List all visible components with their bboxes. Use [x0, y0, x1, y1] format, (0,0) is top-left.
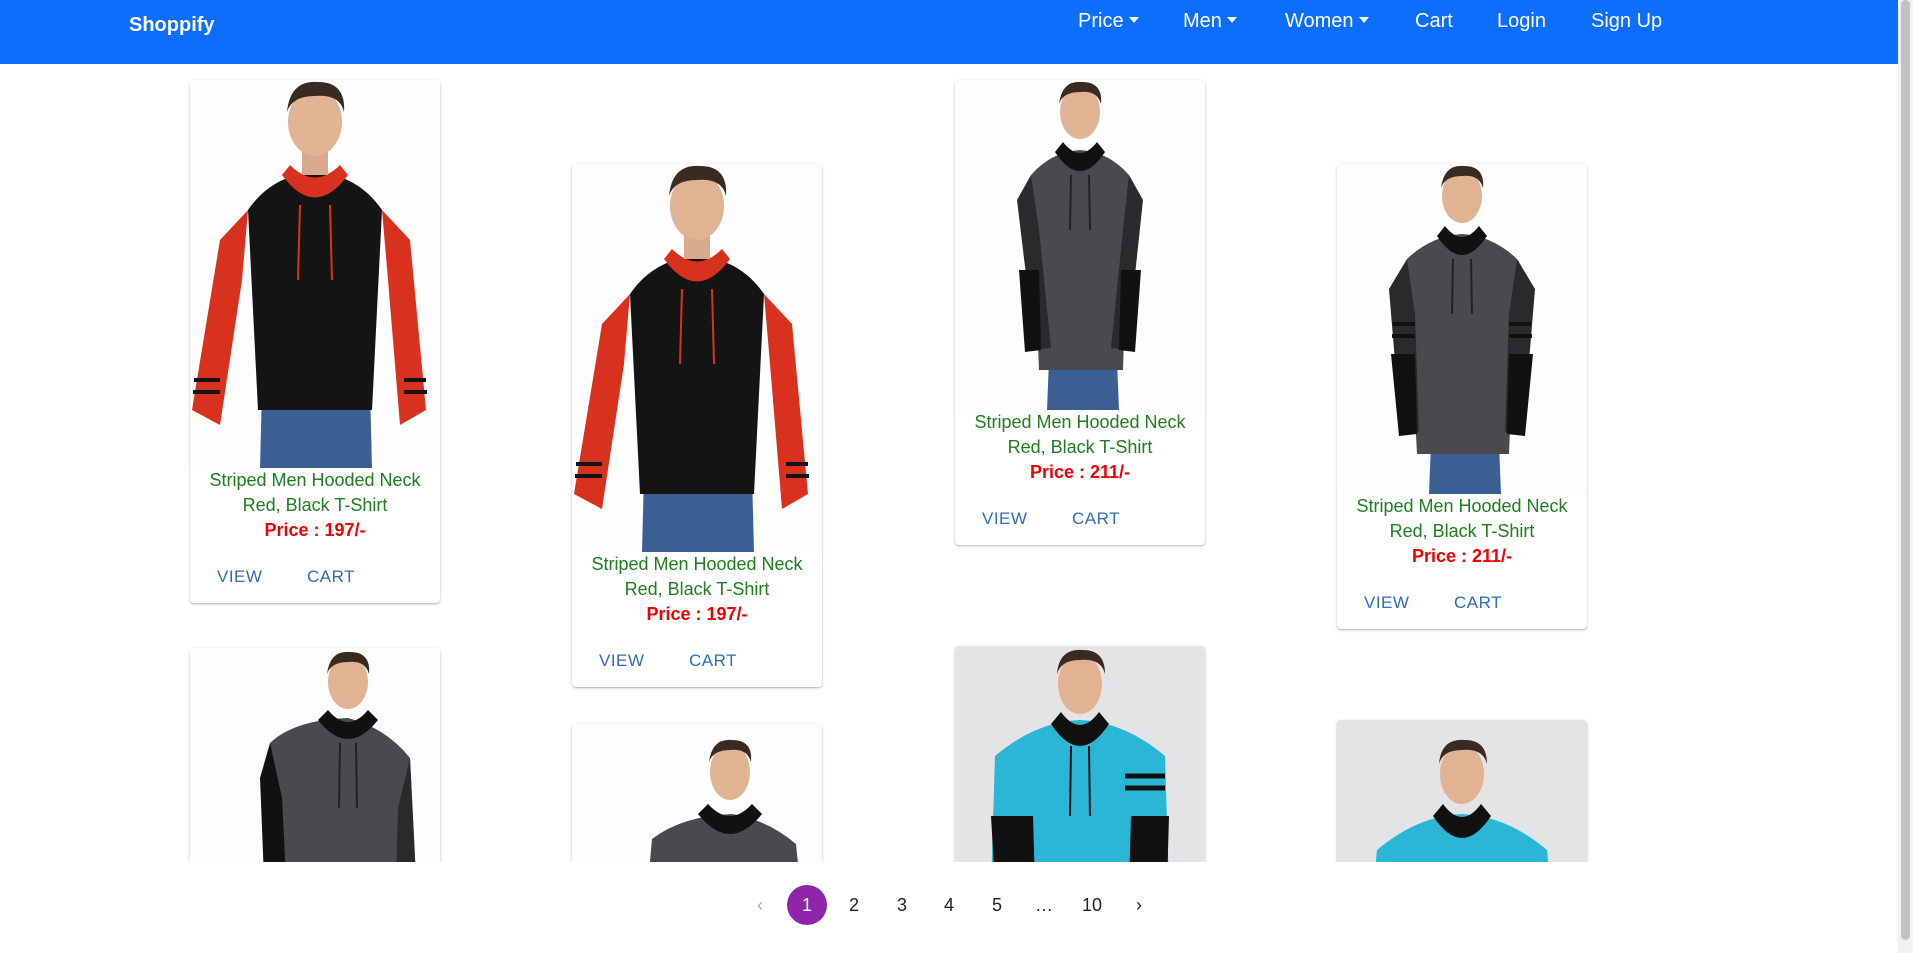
next-page-button[interactable]: ›	[1119, 885, 1159, 925]
page-button-1[interactable]: 1	[787, 885, 827, 925]
product-card	[955, 646, 1205, 862]
card-actions: VIEW CART	[572, 627, 822, 687]
product-card: Striped Men Hooded Neck Red, Black T-Shi…	[1337, 164, 1587, 629]
product-card: Striped Men Hooded Neck Red, Black T-Shi…	[190, 80, 440, 603]
product-price: Price : 211/-	[1411, 546, 1513, 566]
product-photo	[572, 724, 822, 862]
page-button-10[interactable]: 10	[1072, 885, 1112, 925]
product-price: Price : 211/-	[1029, 462, 1131, 482]
card-actions: VIEW CART	[190, 543, 440, 603]
page-button-3[interactable]: 3	[882, 885, 922, 925]
product-image[interactable]	[190, 80, 440, 468]
product-title[interactable]: Striped Men Hooded Neck Red, Black T-Shi…	[1353, 494, 1571, 544]
view-button[interactable]: VIEW	[1364, 593, 1409, 613]
product-image[interactable]	[955, 646, 1205, 862]
add-to-cart-button[interactable]: CART	[307, 567, 355, 587]
product-card	[572, 724, 822, 862]
product-title[interactable]: Striped Men Hooded Neck Red, Black T-Shi…	[971, 410, 1189, 460]
prev-page-button[interactable]: ‹	[740, 885, 780, 925]
product-photo	[955, 646, 1205, 862]
view-button[interactable]: VIEW	[982, 509, 1027, 529]
view-button[interactable]: VIEW	[599, 651, 644, 671]
product-info: Striped Men Hooded Neck Red, Black T-Shi…	[1337, 494, 1587, 569]
brand-logo[interactable]: Shoppify	[129, 14, 215, 37]
nav-women-dropdown[interactable]: Women	[1285, 10, 1369, 33]
pagination-ellipsis: …	[1035, 895, 1053, 915]
nav-cart-link[interactable]: Cart	[1415, 10, 1453, 33]
product-image[interactable]	[190, 648, 440, 862]
add-to-cart-button[interactable]: CART	[689, 651, 737, 671]
chevron-down-icon	[1358, 16, 1369, 23]
page-button-4[interactable]: 4	[929, 885, 969, 925]
product-photo	[1337, 720, 1587, 862]
product-price: Price : 197/-	[646, 604, 748, 624]
product-image[interactable]	[955, 80, 1205, 410]
add-to-cart-button[interactable]: CART	[1454, 593, 1502, 613]
nav-signup-link[interactable]: Sign Up	[1591, 10, 1662, 33]
product-title[interactable]: Striped Men Hooded Neck Red, Black T-Shi…	[588, 552, 806, 602]
product-card	[190, 648, 440, 862]
pagination: ‹ 1 2 3 4 5 … 10 ›	[0, 885, 1898, 929]
product-photo	[190, 648, 440, 862]
product-photo	[1337, 164, 1587, 494]
nav-men-label: Men	[1183, 10, 1222, 32]
product-photo	[190, 80, 440, 468]
product-image[interactable]	[572, 724, 822, 862]
product-info: Striped Men Hooded Neck Red, Black T-Shi…	[955, 410, 1205, 485]
chevron-down-icon	[1128, 16, 1139, 23]
product-info: Striped Men Hooded Neck Red, Black T-Shi…	[190, 468, 440, 543]
nav-men-dropdown[interactable]: Men	[1183, 10, 1237, 33]
product-image[interactable]	[1337, 720, 1587, 862]
product-title[interactable]: Striped Men Hooded Neck Red, Black T-Shi…	[206, 468, 424, 518]
page-button-5[interactable]: 5	[977, 885, 1017, 925]
product-card: Striped Men Hooded Neck Red, Black T-Shi…	[572, 164, 822, 687]
scrollbar-thumb[interactable]	[1901, 0, 1910, 940]
product-card	[1337, 720, 1587, 862]
nav-price-dropdown[interactable]: Price	[1078, 10, 1139, 33]
product-image[interactable]	[572, 164, 822, 552]
page-button-2[interactable]: 2	[834, 885, 874, 925]
add-to-cart-button[interactable]: CART	[1072, 509, 1120, 529]
product-image[interactable]	[1337, 164, 1587, 494]
top-navbar: Shoppify Price Men Women Cart Login Sign…	[0, 0, 1898, 64]
product-photo	[572, 164, 822, 552]
product-photo	[955, 80, 1205, 410]
nav-price-label: Price	[1078, 10, 1124, 32]
product-price: Price : 197/-	[264, 520, 366, 540]
product-card: Striped Men Hooded Neck Red, Black T-Shi…	[955, 80, 1205, 545]
nav-login-link[interactable]: Login	[1497, 10, 1546, 33]
page-scrollbar[interactable]	[1898, 0, 1913, 953]
product-info: Striped Men Hooded Neck Red, Black T-Shi…	[572, 552, 822, 627]
view-button[interactable]: VIEW	[217, 567, 262, 587]
product-grid: Striped Men Hooded Neck Red, Black T-Shi…	[0, 64, 1898, 862]
card-actions: VIEW CART	[955, 485, 1205, 545]
chevron-down-icon	[1226, 16, 1237, 23]
card-actions: VIEW CART	[1337, 569, 1587, 629]
nav-women-label: Women	[1285, 10, 1354, 32]
